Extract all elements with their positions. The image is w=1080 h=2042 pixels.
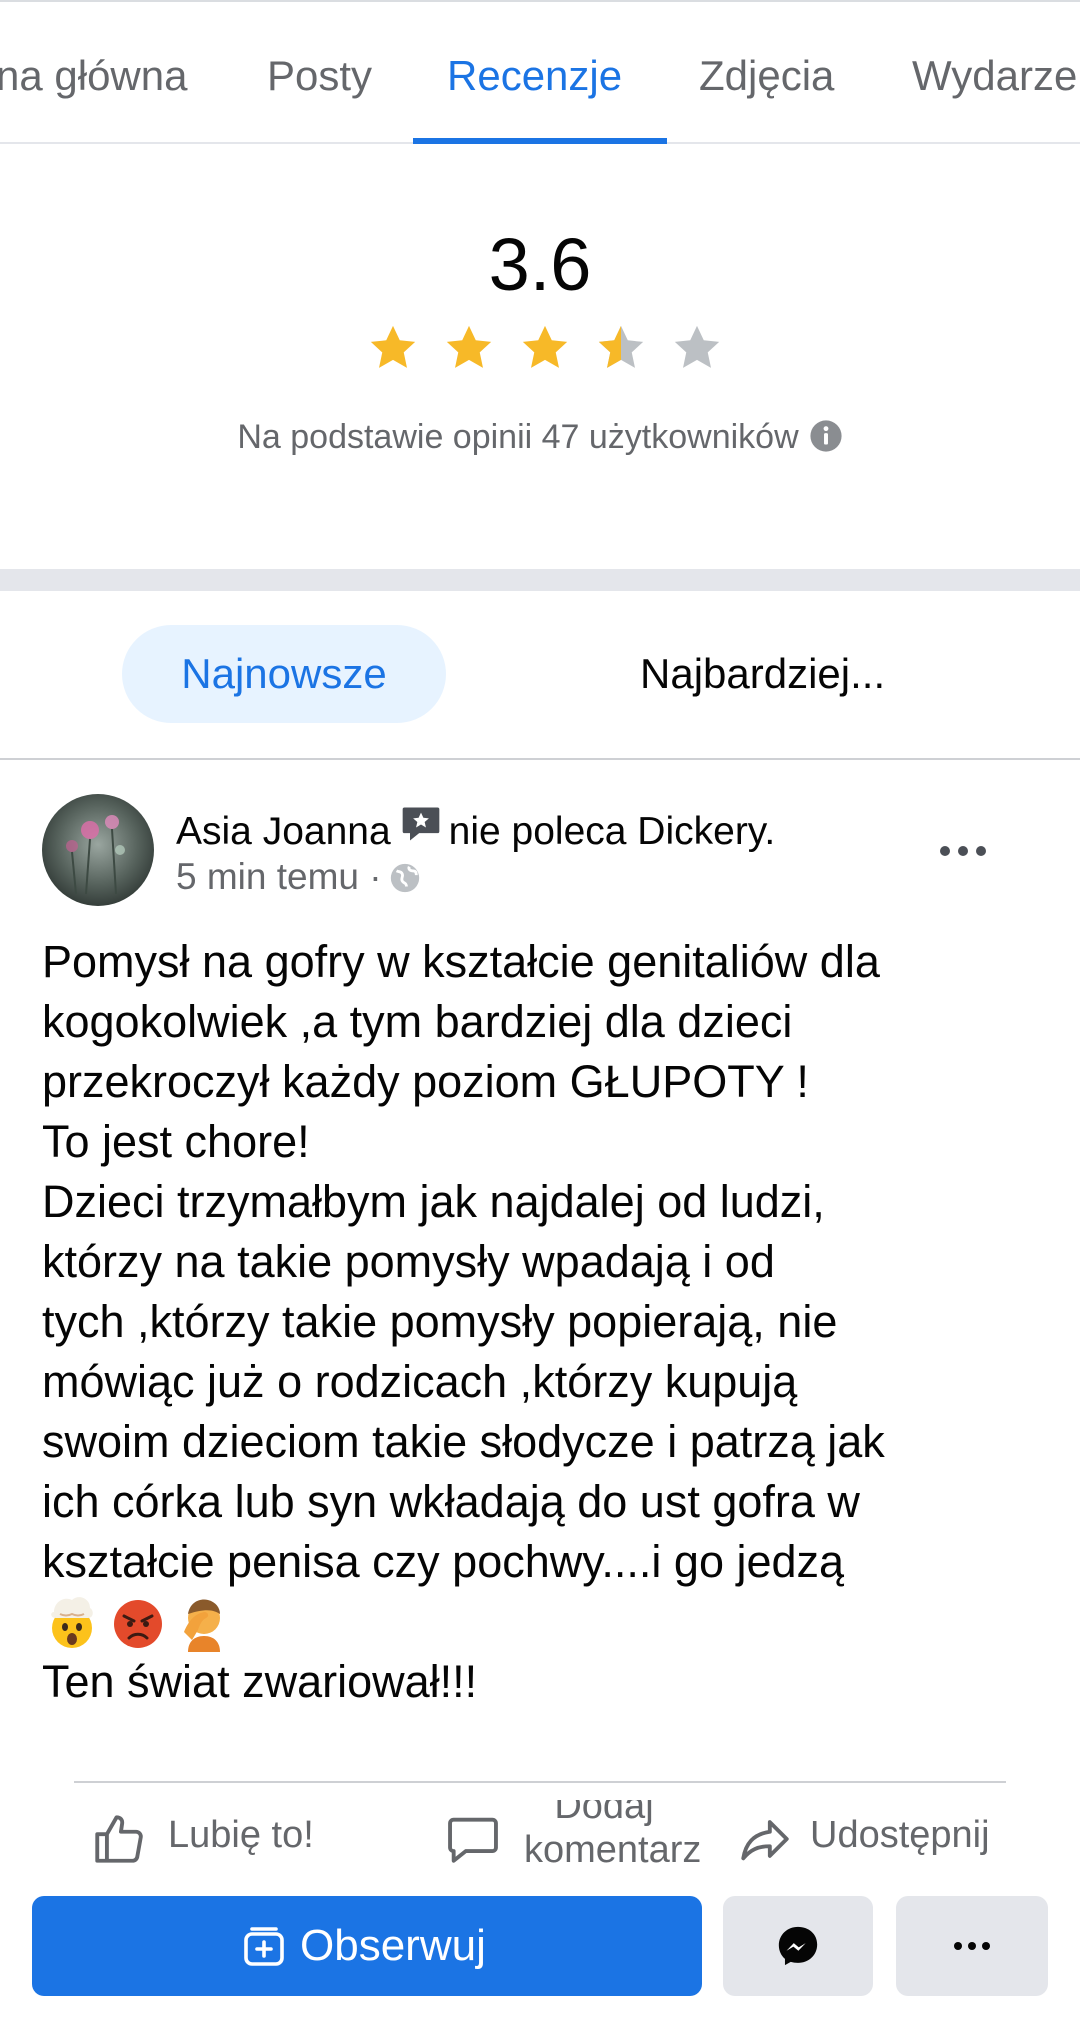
messenger-icon	[778, 1926, 818, 1966]
comment-button[interactable]: Dodaj komentarz	[444, 1800, 702, 1876]
sort-newest-button[interactable]: Najnowsze	[122, 625, 446, 723]
facepalm-emoji	[184, 1599, 220, 1652]
like-label: Lubię to!	[168, 1814, 314, 1856]
follow-icon	[244, 1927, 284, 1966]
globe-icon	[390, 863, 419, 893]
tab-bar: na główna Posty Recenzje Zdjęcia Wydarze	[0, 0, 1080, 144]
review-line: mówiąc już o rodzicach ,którzy kupują	[42, 1356, 798, 1407]
rating-basis-text: Na podstawie opinii 47 użytkowników	[237, 418, 799, 456]
comment-icon	[448, 1817, 498, 1863]
follow-label: Obserwuj	[300, 1921, 486, 1970]
star-icon	[370, 325, 416, 368]
exploding-head-emoji	[51, 1597, 93, 1648]
share-button[interactable]: Udostępnij	[736, 1800, 1036, 1876]
review-line: Pomysł na gofry w kształcie genitaliów d…	[42, 936, 880, 987]
review-meta: 5 min temu ·	[176, 856, 422, 898]
review-actions: Lubię to! Dodaj komentarz Udostępnij	[0, 1800, 1080, 1876]
star-icon	[446, 325, 492, 368]
more-options-icon[interactable]	[936, 832, 990, 870]
tab-events[interactable]: Wydarze	[912, 52, 1077, 100]
follow-button[interactable]: Obserwuj	[32, 1896, 702, 1996]
avatar[interactable]	[42, 794, 154, 906]
share-label: Udostępnij	[810, 1814, 990, 1856]
review-badge-icon	[402, 807, 439, 841]
more-actions-button[interactable]	[896, 1896, 1048, 1996]
info-icon[interactable]	[809, 419, 843, 453]
rating-stars	[360, 320, 720, 376]
rating-basis: Na podstawie opinii 47 użytkowników	[0, 418, 1080, 457]
review-verdict[interactable]: nie poleca Dickery.	[449, 810, 776, 853]
emoji-row	[42, 1592, 1042, 1652]
tab-reviews[interactable]: Recenzje	[447, 52, 622, 100]
share-icon	[741, 1820, 789, 1861]
review-line: tych ,którzy takie pomysły popierają, ni…	[42, 1296, 838, 1347]
divider	[0, 758, 1080, 760]
bottom-action-bar: Obserwuj	[0, 1876, 1080, 2042]
empty-star-icon	[674, 325, 720, 368]
sort-most-relevant-button[interactable]: Najbardziej...	[640, 625, 930, 723]
review-line: swoim dzieciom takie słodycze i patrzą j…	[42, 1416, 885, 1467]
review-line: przekroczył każdy poziom GŁUPOTY !	[42, 1056, 809, 1107]
angry-face-emoji	[114, 1600, 162, 1648]
comment-label-line2: komentarz	[524, 1829, 702, 1871]
tab-posts[interactable]: Posty	[267, 52, 372, 100]
meta-separator: ·	[369, 856, 382, 897]
review-line: ich córka lub syn wkładają do ust gofra …	[42, 1476, 860, 1527]
comment-label-line1: Dodaj	[554, 1800, 654, 1827]
review-line: Dzieci trzymałbym jak najdalej od ludzi,	[42, 1176, 825, 1227]
tab-photos[interactable]: Zdjęcia	[699, 52, 834, 100]
review-author-name[interactable]: Asia Joanna	[176, 810, 391, 853]
actions-divider	[74, 1781, 1006, 1783]
reviews-page: na główna Posty Recenzje Zdjęcia Wydarze…	[0, 0, 1080, 2042]
comment-label: Dodaj komentarz	[524, 1800, 702, 1872]
half-star-icon	[598, 325, 644, 368]
like-button[interactable]: Lubię to!	[90, 1800, 350, 1876]
review-line: którzy na takie pomysły wpadają i od	[42, 1236, 775, 1287]
tab-home[interactable]: na główna	[0, 52, 187, 100]
thumbs-up-icon	[95, 1815, 143, 1863]
messenger-button[interactable]	[723, 1896, 873, 1996]
rating-score: 3.6	[488, 223, 592, 306]
section-separator	[0, 569, 1080, 591]
avatar-image	[42, 794, 154, 906]
review-text: Pomysł na gofry w kształcie genitaliów d…	[42, 932, 1042, 1712]
review-line: kształcie penisa czy pochwy....i go jedz…	[42, 1536, 845, 1587]
review-author-line: Asia Joanna nie poleca Dickery.	[176, 802, 775, 854]
review-time[interactable]: 5 min temu	[176, 856, 359, 897]
more-icon	[954, 1942, 990, 1950]
review-line: To jest chore!	[42, 1116, 310, 1167]
active-tab-indicator	[413, 138, 667, 144]
review-line: Ten świat zwariował!!!	[42, 1656, 478, 1707]
star-icon	[522, 325, 568, 368]
review-line: kogokolwiek ,a tym bardziej dla dzieci	[42, 996, 793, 1047]
